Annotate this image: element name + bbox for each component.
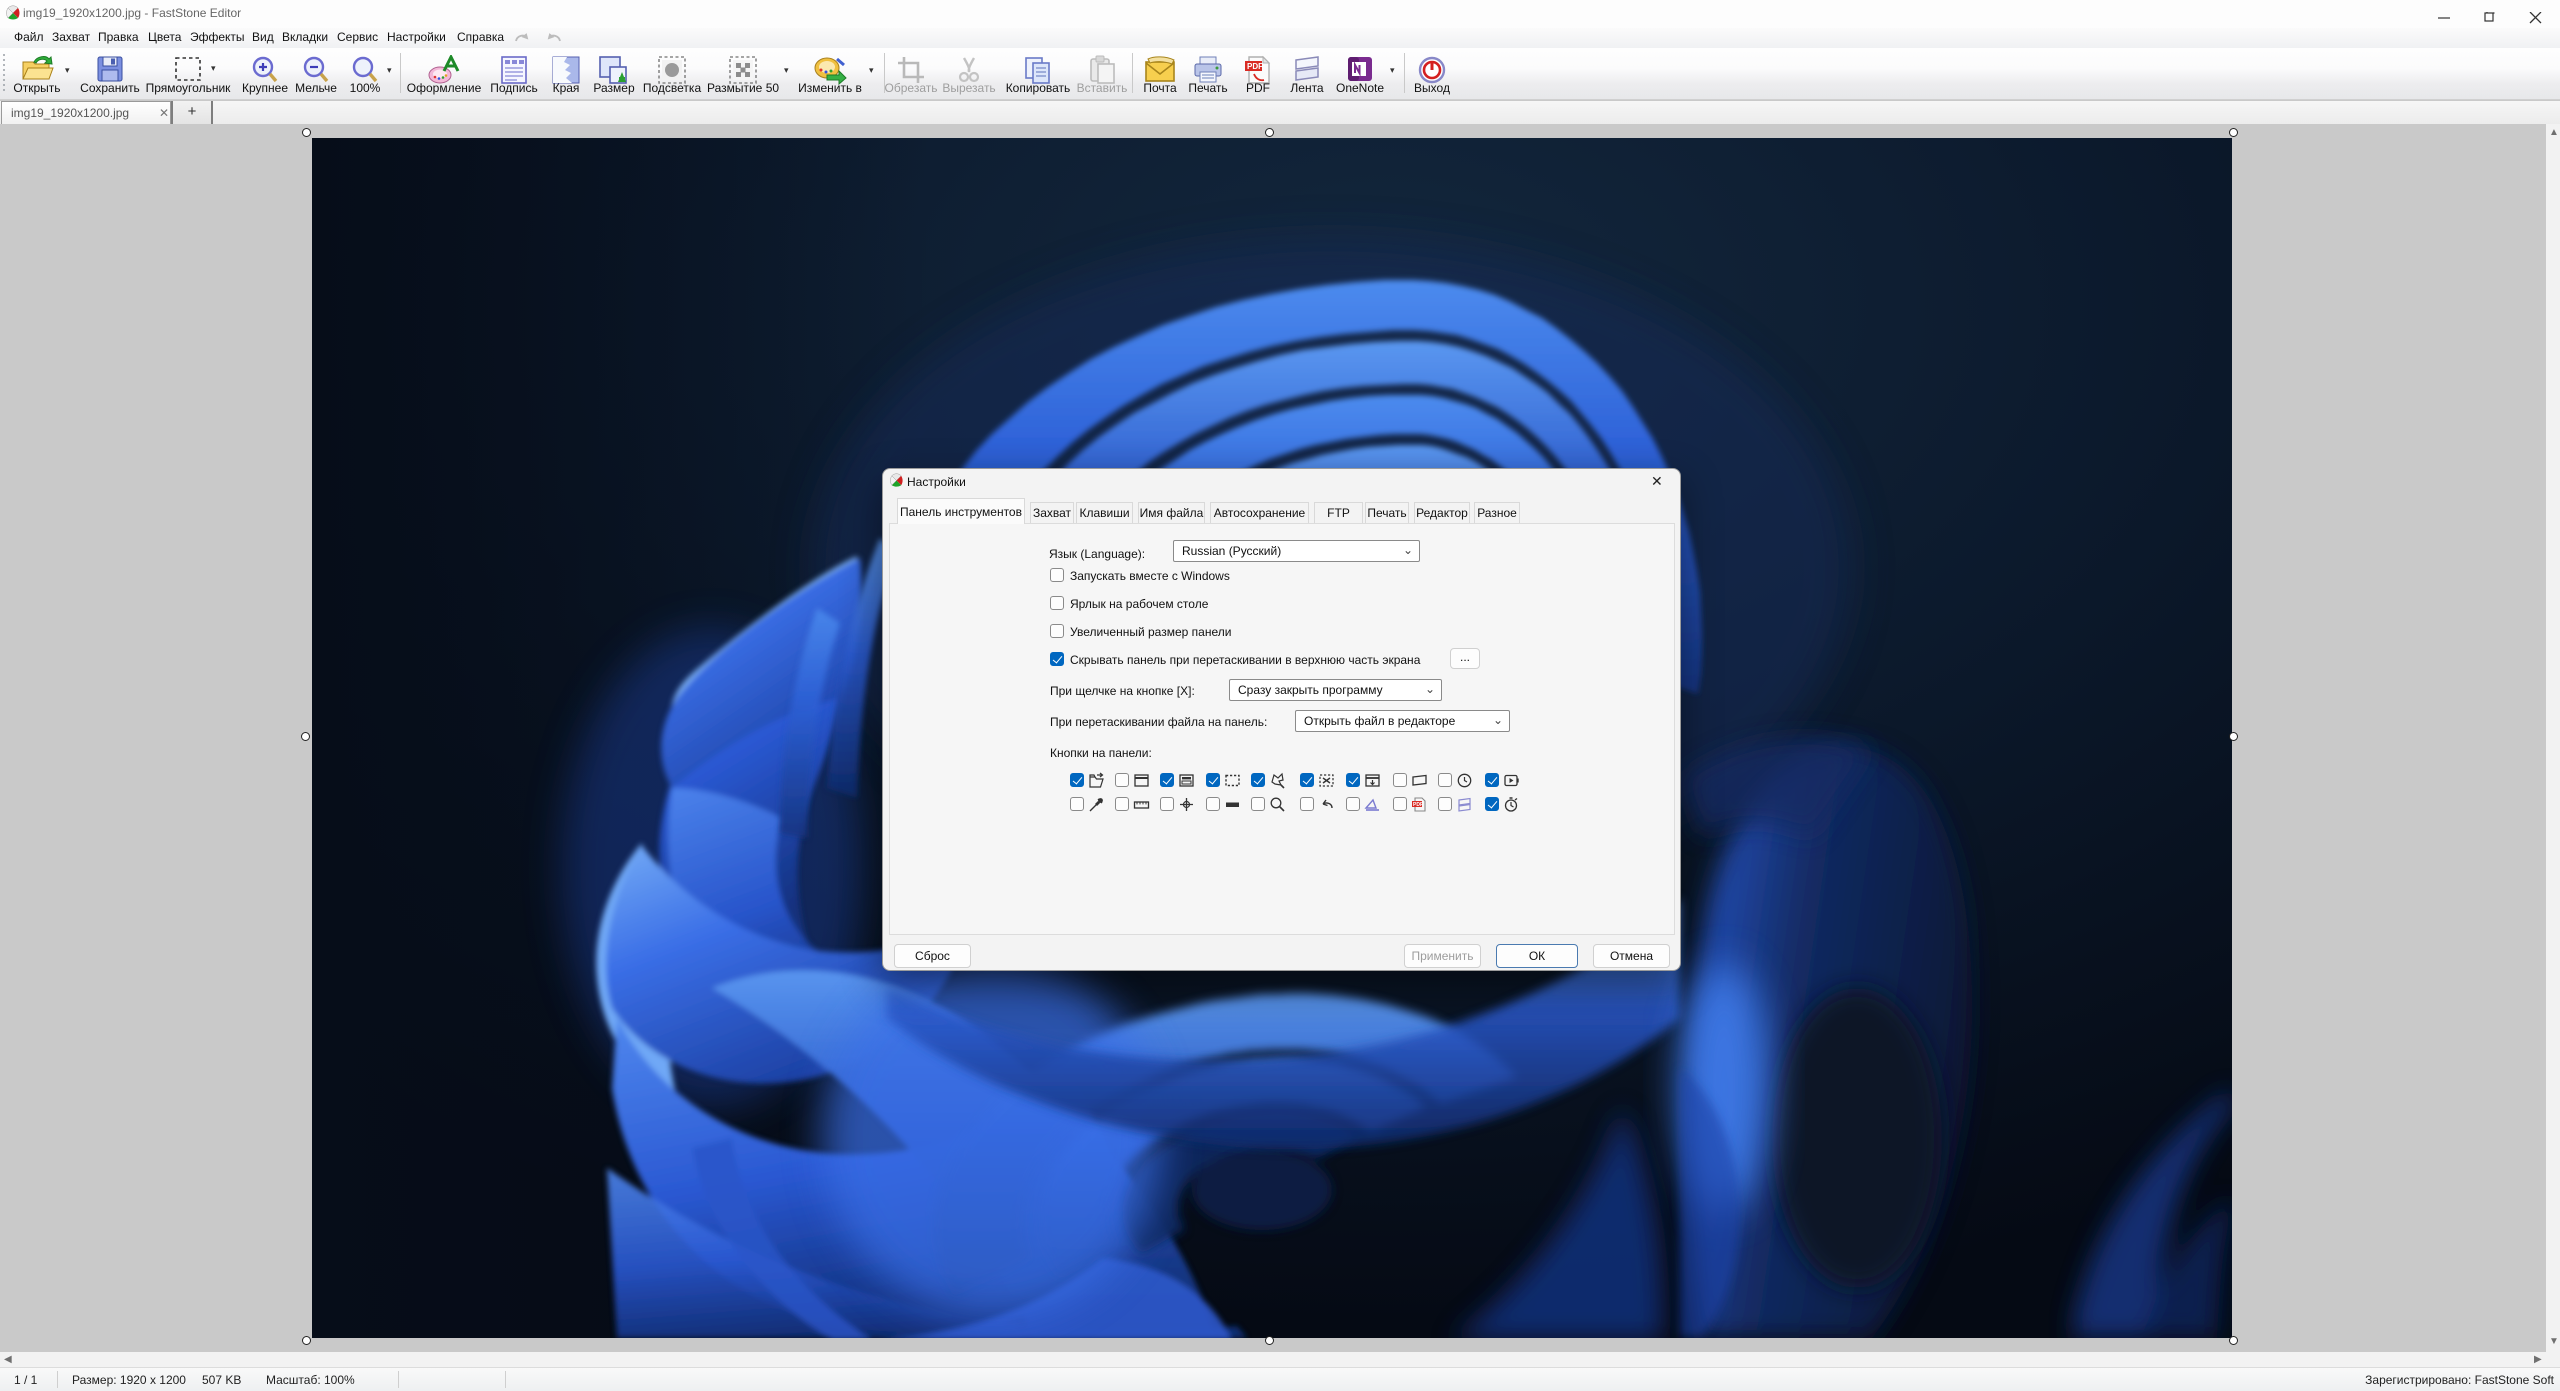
svg-text:PDF: PDF (1413, 802, 1423, 808)
svg-text:PDF: PDF (1247, 62, 1263, 71)
